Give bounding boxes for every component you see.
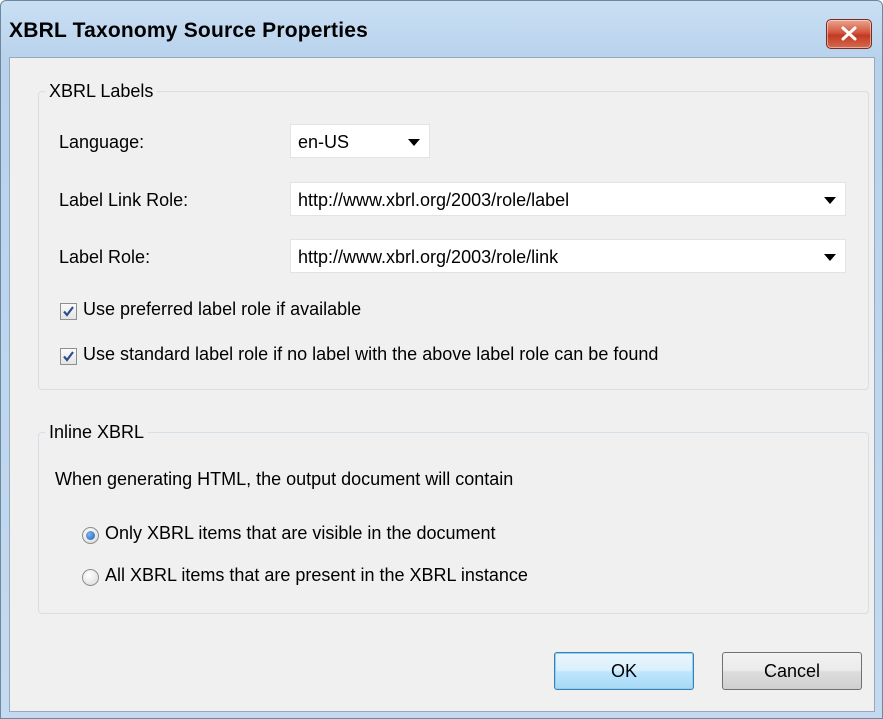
use-preferred-label-checkbox[interactable]: [60, 303, 77, 320]
radio-only-visible[interactable]: [82, 527, 99, 544]
inline-xbrl-group-label: Inline XBRL: [45, 422, 149, 443]
xbrl-labels-group: XBRL Labels Language: en-US Label Link R…: [38, 81, 869, 390]
chevron-down-icon: [824, 197, 836, 204]
chevron-down-icon: [408, 139, 420, 146]
use-preferred-label-text[interactable]: Use preferred label role if available: [83, 299, 361, 320]
xbrl-labels-group-label: XBRL Labels: [45, 81, 158, 102]
radio-selected-dot: [86, 531, 95, 540]
language-dropdown[interactable]: en-US: [290, 124, 430, 158]
label-link-role-label: Label Link Role:: [59, 190, 189, 210]
label-link-role-dropdown[interactable]: http://www.xbrl.org/2003/role/label: [290, 182, 846, 216]
inline-xbrl-description: When generating HTML, the output documen…: [55, 469, 514, 489]
label-role-dropdown[interactable]: http://www.xbrl.org/2003/role/link: [290, 239, 846, 273]
use-standard-label-checkbox[interactable]: [60, 348, 77, 365]
dialog-window: XBRL Taxonomy Source Properties XBRL Lab…: [0, 0, 883, 719]
language-label: Language:: [59, 132, 145, 152]
label-role-value: http://www.xbrl.org/2003/role/link: [298, 247, 559, 267]
radio-all-present[interactable]: [82, 569, 99, 586]
inline-xbrl-group: Inline XBRL When generating HTML, the ou…: [38, 422, 869, 614]
label-role-label: Label Role:: [59, 247, 151, 267]
ok-button[interactable]: OK: [554, 652, 694, 690]
close-button[interactable]: [826, 19, 872, 49]
title-bar[interactable]: XBRL Taxonomy Source Properties: [1, 1, 882, 57]
radio-all-present-label[interactable]: All XBRL items that are present in the X…: [105, 565, 528, 586]
use-standard-label-text[interactable]: Use standard label role if no label with…: [83, 344, 658, 365]
dialog-title: XBRL Taxonomy Source Properties: [9, 19, 369, 42]
label-link-role-value: http://www.xbrl.org/2003/role/label: [298, 190, 570, 210]
language-value: en-US: [298, 132, 350, 152]
dialog-body: XBRL Labels Language: en-US Label Link R…: [9, 57, 875, 712]
radio-only-visible-label[interactable]: Only XBRL items that are visible in the …: [105, 523, 496, 544]
cancel-button[interactable]: Cancel: [722, 652, 862, 690]
chevron-down-icon: [824, 254, 836, 261]
